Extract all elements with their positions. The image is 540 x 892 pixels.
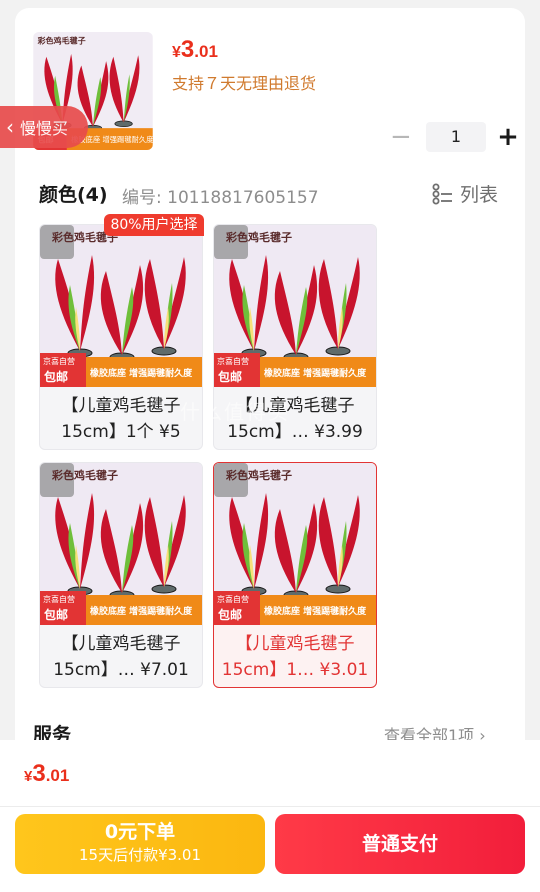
svg-text:橡胶底座 增强踢毽耐久度: 橡胶底座 增强踢毽耐久度 [90,605,193,617]
variant-caption: 【儿童鸡毛毽子 15cm】1个 ¥5 [61,396,181,442]
pay-later-button[interactable]: 0元下单 15天后付款¥3.01 [15,814,265,874]
watermark: 什么值得买 [180,400,290,424]
variant-image: 彩色鸡毛毽子 京喜自营 包邮 橡胶底座 增强踢毽耐久度 [214,463,376,625]
svg-text:包邮: 包邮 [43,369,68,384]
svg-text:京喜自营: 京喜自营 [217,356,249,366]
svg-text:橡胶底座 增强踢毽耐久度: 橡胶底座 增强踢毽耐久度 [90,367,193,379]
variant-card[interactable]: 彩色鸡毛毽子 京喜自营 包邮 橡胶底座 增强踢毽耐久度 【儿童鸡毛毽子 15cm… [39,462,203,688]
svg-text:京喜自营: 京喜自营 [43,594,75,604]
variant-image: 彩色鸡毛毽子 京喜自营 包邮 橡胶底座 增强踢毽耐久度 [214,225,376,387]
svg-text:橡胶底座 增强踢毽耐久度: 橡胶底座 增强踢毽耐久度 [264,367,367,379]
popular-badge: 80%用户选择 [104,214,204,236]
header-price: ¥3.01 [172,36,218,63]
svg-text:彩色鸡毛毽子: 彩色鸡毛毽子 [51,468,118,482]
normal-pay-button[interactable]: 普通支付 [275,814,525,874]
list-icon [432,183,452,204]
sku-code: 编号: 10118817605157 [122,188,319,208]
footer-price: ¥3.01 [24,760,70,787]
back-label: 慢慢买 [20,119,69,138]
variant-title: 颜色(4) [39,184,108,206]
divider [0,806,540,807]
checkout-footer: ¥3.01 0元下单 15天后付款¥3.01 普通支付 [0,740,540,892]
variant-image: 彩色鸡毛毽子 京喜自营 包邮 橡胶底座 增强踢毽耐久度 [40,463,202,625]
svg-text:京喜自营: 京喜自营 [43,356,75,366]
quantity-stepper: − 1 + [390,122,520,152]
variant-caption: 【儿童鸡毛毽子 15cm】… ¥7.01 [53,634,189,680]
svg-text:京喜自营: 京喜自营 [217,594,249,604]
variant-caption: 【儿童鸡毛毽子 15cm】1… ¥3.01 [221,634,369,680]
svg-text:橡胶底座 增强踢毽耐久度: 橡胶底座 增强踢毽耐久度 [264,605,367,617]
svg-text:包邮: 包邮 [217,607,242,622]
variant-image: 彩色鸡毛毽子 京喜自营 包邮 橡胶底座 增强踢毽耐久度 [40,225,202,387]
decrement-button[interactable]: − [390,122,412,152]
svg-text:彩色鸡毛毽子: 彩色鸡毛毽子 [225,230,292,244]
variant-card[interactable]: 彩色鸡毛毽子 京喜自营 包邮 橡胶底座 增强踢毽耐久度 【儿童鸡毛毽子 15cm… [39,224,203,450]
list-toggle-label: 列表 [460,184,499,206]
back-button[interactable]: ‹ 慢慢买 [0,106,88,148]
pay-later-title: 0元下单 [104,821,176,843]
return-policy: 支持７天无理由退货 [172,74,317,93]
increment-button[interactable]: + [496,122,520,152]
chevron-left-icon: ‹ [6,115,14,139]
quantity-field[interactable]: 1 [426,122,486,152]
thumb-title: 彩色鸡毛毽子 [37,36,86,46]
variant-card[interactable]: 彩色鸡毛毽子 京喜自营 包邮 橡胶底座 增强踢毽耐久度 【儿童鸡毛毽子 15cm… [213,462,377,688]
list-view-toggle[interactable]: 列表 [432,180,498,207]
svg-text:包邮: 包邮 [43,607,68,622]
svg-text:彩色鸡毛毽子: 彩色鸡毛毽子 [225,468,292,482]
svg-text:包邮: 包邮 [217,369,242,384]
pay-later-subtitle: 15天后付款¥3.01 [78,846,202,864]
